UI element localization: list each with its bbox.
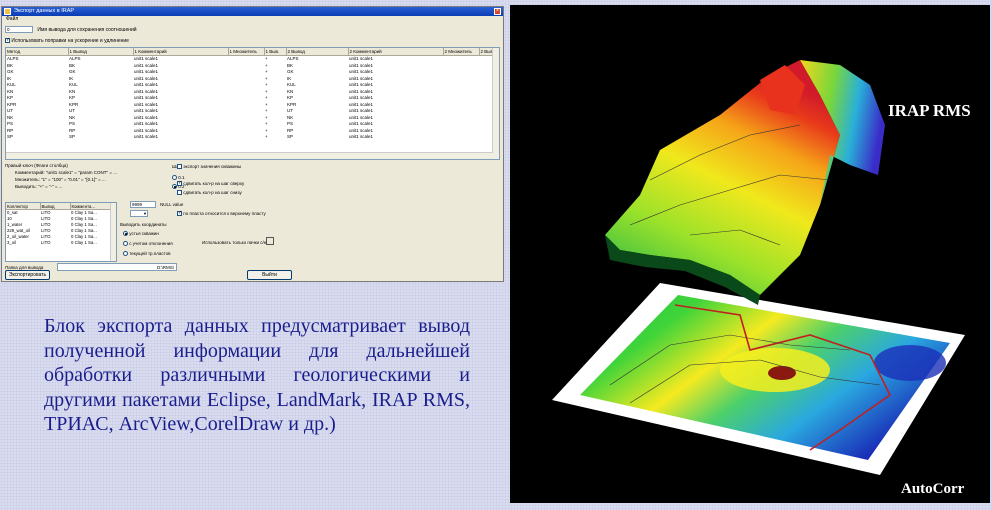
check-upper-layer-box[interactable]: [177, 210, 182, 217]
column-header[interactable]: 1 Комментарий: [133, 48, 229, 56]
step-option-1-label: 0.1: [178, 175, 185, 180]
table-cell[interactable]: +: [264, 56, 286, 63]
check-shift-bottom-box[interactable]: [177, 190, 182, 196]
map-blue-zone: [874, 345, 946, 381]
table-cell[interactable]: SP: [68, 134, 133, 141]
only-top-button[interactable]: [266, 237, 274, 245]
table-cell[interactable]: unit1 scale1: [348, 134, 443, 141]
coords-option-2-label: с учетом отклонения: [129, 241, 173, 246]
exit-button[interactable]: Выйти: [247, 270, 292, 280]
table-cell[interactable]: unit1 scale1: [133, 134, 228, 141]
table-row[interactable]: ALPS ALPS unit1 scale1 + ALPS unit1 scale1: [6, 56, 493, 63]
table-cell[interactable]: ALPS: [286, 56, 348, 63]
column-header[interactable]: 2 Вывод: [286, 48, 349, 56]
coords-option-2[interactable]: с учетом отклонения: [123, 241, 173, 247]
table-cell[interactable]: 0 Clay 1 Sa...: [70, 240, 110, 246]
dialog-title: Экспорт данных в IRAP: [14, 8, 75, 14]
map-hotspot: [768, 366, 796, 380]
file-name-input[interactable]: [5, 26, 33, 33]
collectors-grid[interactable]: Коллектор Вывод Коммента... 0_sat LITO 0 Cla…: [5, 202, 117, 262]
collector-row[interactable]: 3_oil LITO 0 Clay 1 Sa...: [6, 240, 110, 246]
output-line: Выводить: "+" = "-" = ...: [15, 184, 63, 189]
check-well-values-box[interactable]: [177, 164, 182, 170]
corrections-label: Использовать поправки на ускорение и удл…: [11, 38, 129, 44]
column-header[interactable]: 1 Множитель: [228, 48, 265, 56]
grid-header-row: Метод 1 Вывод 1 Комментарий 1 Множитель 1 Вы…: [6, 48, 494, 56]
table-cell[interactable]: unit1 scale1: [133, 56, 228, 63]
irap-rms-label: IRAP RMS: [888, 101, 971, 120]
table-cell[interactable]: [228, 56, 264, 63]
step-radio-1[interactable]: [172, 175, 177, 181]
multiplier-line: Множитель: "1" = "100" = "0.01" = "[0.1]…: [15, 177, 106, 182]
check-well-values[interactable]: экспорт значения скважины: [177, 164, 242, 170]
table-cell[interactable]: SP: [286, 134, 348, 141]
coords-option-1-label: устья скважин: [129, 231, 159, 236]
coords-option-3[interactable]: текущей тр.пластов: [123, 251, 171, 257]
chevron-down-icon: ▼: [143, 211, 147, 216]
file-row: Имя вывода для сохранения соотношений: [5, 26, 137, 35]
table-cell[interactable]: ALPS: [68, 56, 133, 63]
corrections-checkbox[interactable]: [5, 37, 10, 44]
table-cell[interactable]: [479, 56, 493, 63]
column-header[interactable]: 2 Множитель: [443, 48, 480, 56]
coords-option-3-label: текущей тр.пластов: [129, 251, 171, 256]
column-header[interactable]: 1 Выв.: [264, 48, 287, 56]
column-header[interactable]: 2 Комментарий: [348, 48, 444, 56]
export-dialog: Экспорт данных в IRAP × Файл Имя вывода …: [1, 6, 504, 282]
column-header[interactable]: 1 Вывод: [68, 48, 134, 56]
table-cell[interactable]: [228, 134, 264, 141]
check-shift-top-label: сдвигать кол-р на шаг сверху: [183, 181, 245, 186]
menu-bar: Файл: [2, 16, 503, 23]
table-cell[interactable]: [443, 56, 479, 63]
collectors-scrollbar[interactable]: [110, 203, 116, 261]
check-well-values-label: экспорт значения скважины: [183, 164, 242, 169]
table-cell[interactable]: +: [264, 134, 286, 141]
path-input[interactable]: D:\RMS\: [57, 263, 177, 271]
table-cell[interactable]: ALPS: [6, 56, 68, 63]
menu-file[interactable]: Файл: [6, 16, 18, 22]
check-shift-bottom-label: сдвигать кол-р на шаг снизу: [183, 190, 242, 195]
grid-horizontal-scrollbar[interactable]: [6, 152, 493, 159]
table-cell[interactable]: unit1 scale1: [348, 56, 443, 63]
null-dropdown[interactable]: ▼: [130, 210, 148, 217]
coords-option-1[interactable]: устья скважин: [123, 231, 159, 237]
file-hint: Имя вывода для сохранения соотношений: [37, 26, 137, 33]
right-key-label: Правый ключ (Флаги столбца): [5, 163, 68, 168]
coords-label: Выводить координаты: [120, 222, 167, 227]
table-cell[interactable]: 3_oil: [6, 240, 40, 246]
coords-radio-1[interactable]: [123, 231, 128, 237]
app-icon: [4, 8, 11, 15]
check-shift-bottom[interactable]: сдвигать кол-р на шаг снизу: [177, 190, 242, 196]
null-value-input[interactable]: 9999: [130, 201, 156, 208]
surface-illustration: [552, 60, 965, 475]
check-upper-layer-label: по пласта относится к верхнему пласту: [183, 211, 266, 216]
column-header[interactable]: Метод: [6, 48, 69, 56]
column-header[interactable]: 2 Выв.: [479, 48, 494, 56]
check-shift-top[interactable]: сдвигать кол-р на шаг сверху: [177, 180, 245, 187]
coords-radio-2[interactable]: [123, 241, 128, 247]
table-cell[interactable]: LITO: [40, 240, 70, 246]
grid-vertical-scrollbar[interactable]: [492, 48, 499, 159]
description-text: Блок экспорта данных предусматривает выв…: [44, 315, 470, 435]
null-value-label: NULL value: [160, 202, 184, 207]
methods-grid[interactable]: Метод 1 Вывод 1 Комментарий 1 Множитель 1 Вы…: [5, 47, 500, 160]
table-cell[interactable]: [443, 134, 479, 141]
surface-visualization: IRAP RMS AutoCorr: [510, 5, 990, 503]
check-upper-layer[interactable]: по пласта относится к верхнему пласту: [177, 210, 266, 217]
check-shift-top-box[interactable]: [177, 180, 182, 187]
coords-radio-3[interactable]: [123, 251, 128, 257]
table-row[interactable]: SP SP unit1 scale1 + SP unit1 scale1: [6, 134, 493, 141]
export-button[interactable]: Экспортировать: [5, 270, 50, 280]
table-cell[interactable]: SP: [6, 134, 68, 141]
corrections-row: Использовать поправки на ускорение и удл…: [5, 37, 129, 44]
close-icon[interactable]: ×: [494, 8, 501, 15]
table-cell[interactable]: [479, 134, 493, 141]
only-top-label: Использовать только пачки с/н: [202, 240, 267, 245]
comment-line: Комментарий: "unit1 scale1" = "param CON…: [15, 170, 118, 175]
key-help: Правый ключ (Флаги столбца) Комментарий:…: [5, 162, 117, 190]
autocorr-label: AutoCorr: [901, 481, 965, 497]
dialog-titlebar: Экспорт данных в IRAP ×: [2, 7, 503, 16]
